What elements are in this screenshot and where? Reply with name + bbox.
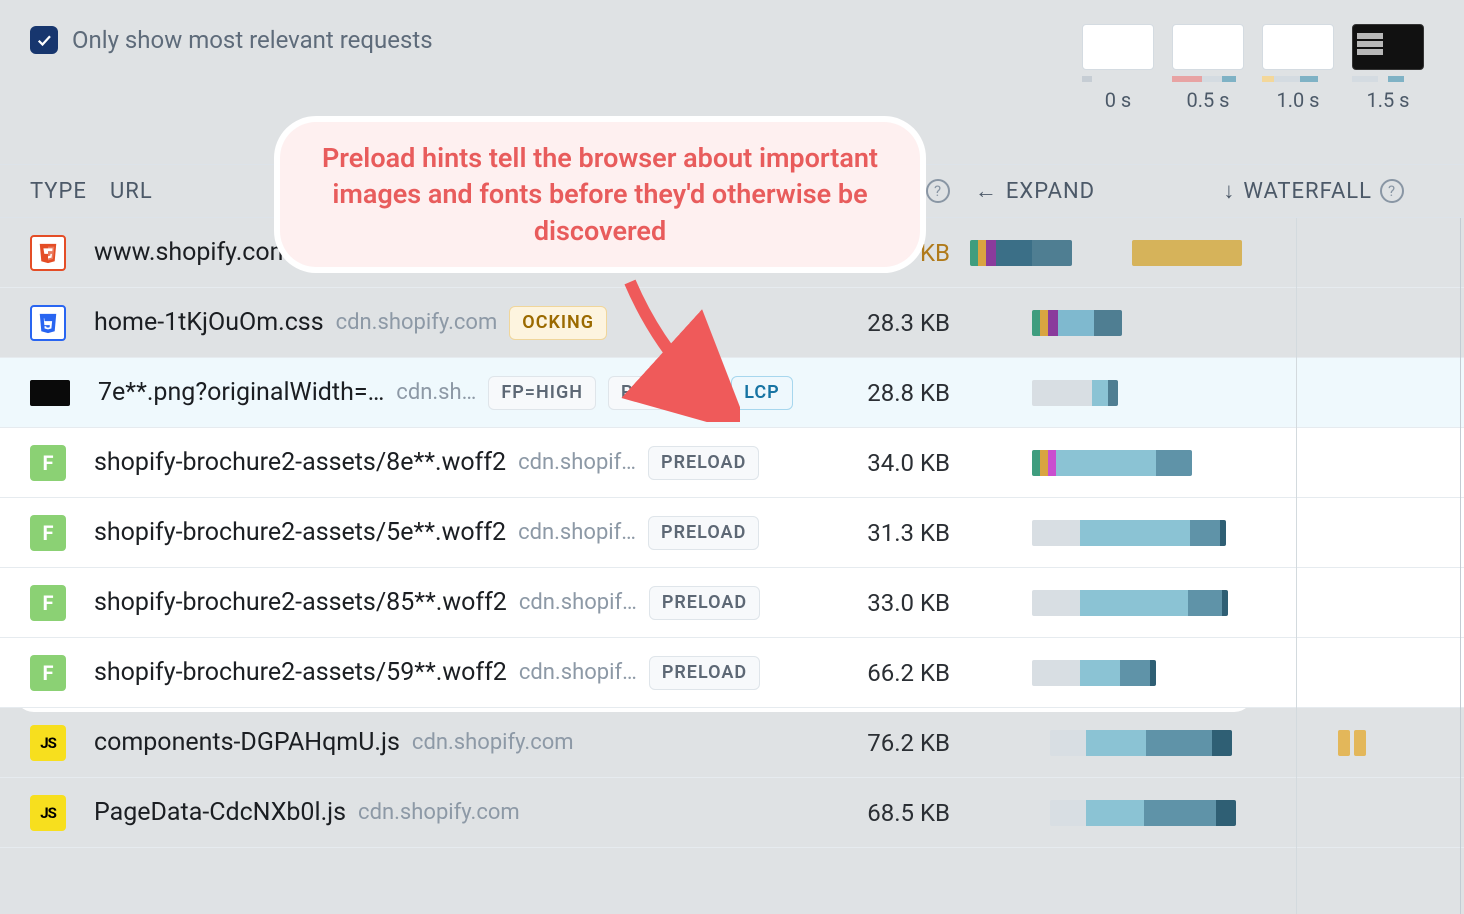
font-icon: F	[30, 585, 66, 621]
js-icon: JS	[30, 795, 66, 831]
filmstrip-thumb[interactable]	[1262, 24, 1334, 70]
request-host: cdn.shopify.com	[336, 310, 498, 335]
expand-button[interactable]: ← EXPAND	[950, 178, 1120, 204]
timestamp: 0.5 s	[1186, 88, 1229, 112]
filmstrip: 0 s 0.5 s 1.0 s 1.5 s	[1082, 24, 1424, 112]
waterfall-extra	[1132, 240, 1242, 266]
waterfall-bar	[1032, 310, 1122, 336]
request-url: components-DGPAHqmU.js	[94, 728, 400, 757]
request-url: shopify-brochure2-assets/85**.woff2	[94, 588, 507, 617]
request-row[interactable]: Fshopify-brochure2-assets/85**.woff2 cdn.…	[0, 568, 1464, 638]
waterfall-cell	[970, 428, 1444, 497]
request-host: cdn.shopify.com	[412, 730, 574, 755]
annotation-arrow-icon	[620, 272, 740, 422]
help-icon[interactable]: ?	[926, 179, 950, 203]
annotation-bubble: Preload hints tell the browser about imp…	[280, 122, 920, 267]
request-url: home-1tKjOuOm.css	[94, 308, 324, 337]
request-size: 76.2 KB	[850, 729, 950, 757]
request-size: 31.3 KB	[850, 519, 950, 547]
request-url: www.shopify.com/	[94, 238, 302, 267]
preload-badge: PRELOAD	[648, 516, 759, 550]
waterfall-cell	[970, 358, 1444, 427]
preload-badge: PRELOAD	[648, 446, 759, 480]
font-icon: F	[30, 445, 66, 481]
request-size: 28.3 KB	[850, 309, 950, 337]
request-host: cdn.shopif…	[519, 660, 637, 685]
request-size: 66.2 KB	[850, 659, 950, 687]
waterfall-cell	[970, 638, 1444, 707]
waterfall-bar	[1050, 800, 1236, 826]
help-icon[interactable]: ?	[1380, 179, 1404, 203]
html5-icon	[30, 235, 66, 271]
font-icon: F	[30, 655, 66, 691]
request-row[interactable]: Fshopify-brochure2-assets/59**.woff2 cdn.…	[0, 638, 1464, 708]
waterfall-cell	[970, 288, 1444, 357]
waterfall-bar	[1032, 590, 1228, 616]
fp_high-badge: FP=HIGH	[488, 376, 596, 410]
preload-badge: PRELOAD	[649, 586, 760, 620]
waterfall-cell	[970, 218, 1444, 287]
request-host: cdn.shopif…	[518, 450, 636, 475]
request-row[interactable]: Fshopify-brochure2-assets/8e**.woff2 cdn.…	[0, 428, 1464, 498]
request-size: 34.0 KB	[850, 449, 950, 477]
waterfall-bar	[1032, 520, 1226, 546]
request-size: 68.5 KB	[850, 799, 950, 827]
request-url: shopify-brochure2-assets/5e**.woff2	[94, 518, 506, 547]
col-waterfall[interactable]: ↓ WATERFALL ?	[1120, 178, 1464, 204]
waterfall-cell	[970, 778, 1444, 847]
waterfall-cell	[970, 498, 1444, 567]
request-host: cdn.shopif…	[518, 520, 636, 545]
blocking-badge: OCKING	[509, 306, 607, 340]
request-row[interactable]: JS PageData-CdcNXb0l.js cdn.shopify.com 68.…	[0, 778, 1464, 848]
request-size: 28.8 KB	[850, 379, 950, 407]
arrow-down-icon: ↓	[1223, 178, 1235, 204]
request-host: cdn.sh…	[396, 380, 476, 405]
waterfall-cell	[970, 568, 1444, 637]
request-url: 7e**.png?originalWidth=…	[98, 378, 384, 407]
image-thumb-icon	[30, 380, 70, 406]
arrow-left-icon: ←	[975, 178, 998, 204]
waterfall-bar	[1032, 380, 1118, 406]
request-host: cdn.shopif…	[519, 590, 637, 615]
only-relevant-label: Only show most relevant requests	[72, 26, 433, 54]
request-host: cdn.shopify.com	[358, 800, 520, 825]
request-size: 33.0 KB	[850, 589, 950, 617]
preload-badge: PRELOAD	[649, 656, 760, 690]
timestamp: 1.5 s	[1366, 88, 1409, 112]
lcp-badge: LCP	[731, 376, 792, 410]
timestamp: 0 s	[1105, 88, 1132, 112]
waterfall-bar	[1032, 450, 1192, 476]
request-row[interactable]: Fshopify-brochure2-assets/5e**.woff2 cdn.…	[0, 498, 1464, 568]
js-icon: JS	[30, 725, 66, 761]
filmstrip-thumb[interactable]	[1172, 24, 1244, 70]
col-type[interactable]: TYPE	[0, 179, 80, 204]
filmstrip-thumb[interactable]	[1082, 24, 1154, 70]
waterfall-bar	[1050, 730, 1232, 756]
waterfall-bar	[970, 240, 1072, 266]
request-row[interactable]: JS components-DGPAHqmU.js cdn.shopify.com 7…	[0, 708, 1464, 778]
request-url: PageData-CdcNXb0l.js	[94, 798, 346, 827]
only-relevant-checkbox[interactable]	[30, 26, 58, 54]
waterfall-cell	[970, 708, 1444, 777]
request-url: shopify-brochure2-assets/8e**.woff2	[94, 448, 506, 477]
request-url: shopify-brochure2-assets/59**.woff2	[94, 658, 507, 687]
timestamp: 1.0 s	[1276, 88, 1319, 112]
css3-icon	[30, 305, 66, 341]
filmstrip-thumb[interactable]	[1352, 24, 1424, 70]
font-icon: F	[30, 515, 66, 551]
waterfall-bar	[1032, 660, 1156, 686]
